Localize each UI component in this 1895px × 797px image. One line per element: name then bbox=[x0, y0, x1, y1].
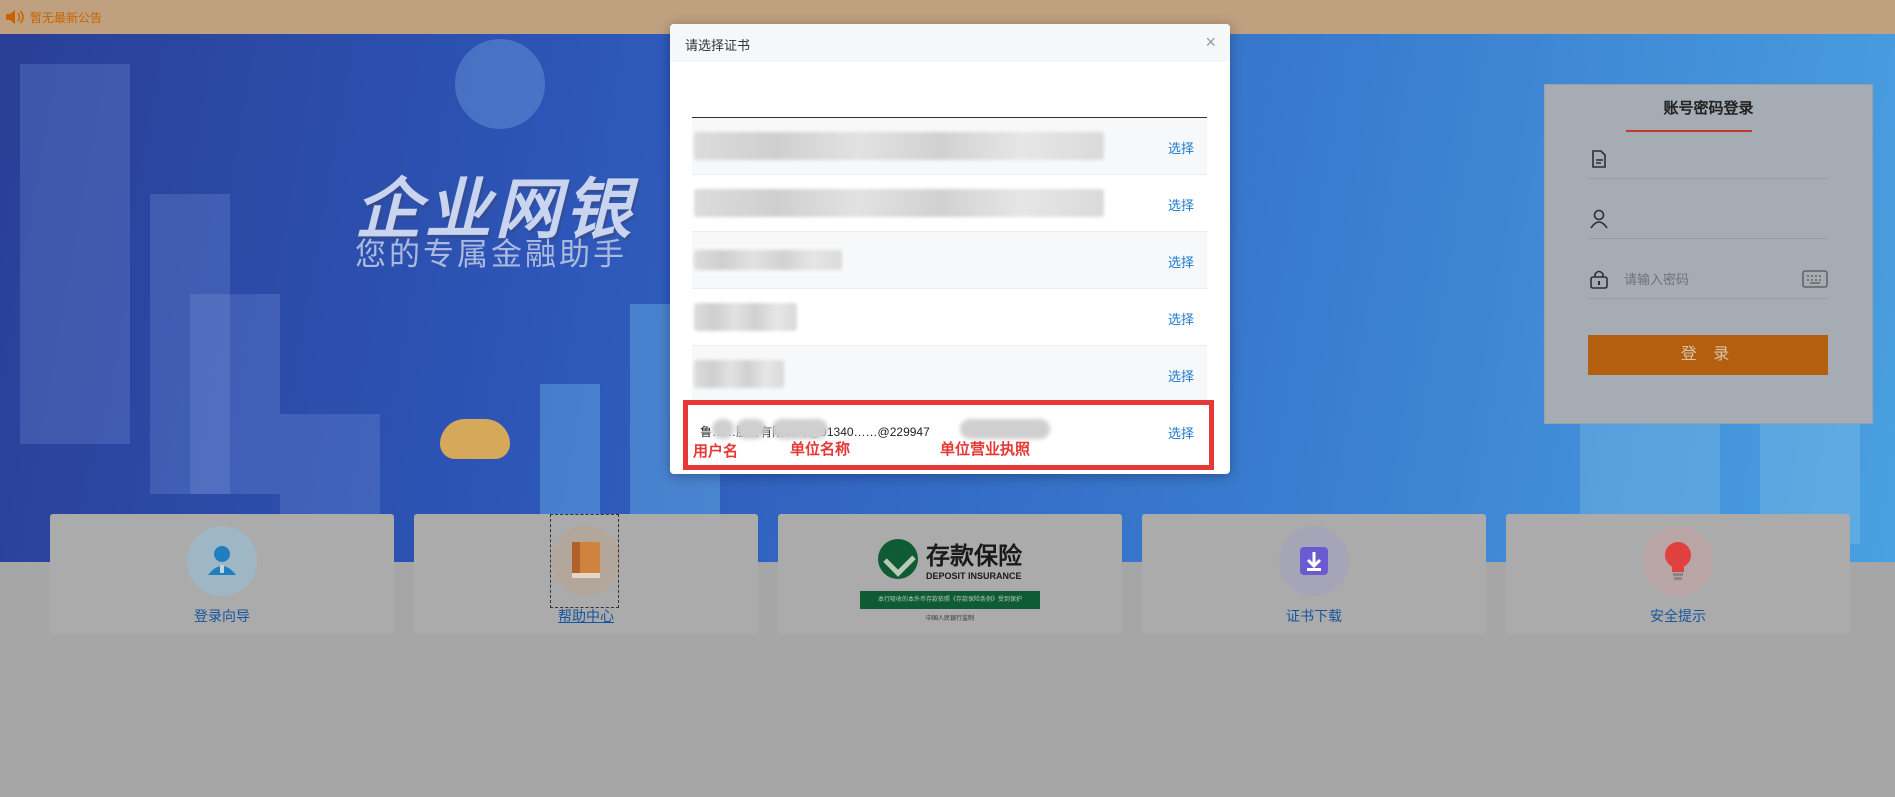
cert-download-card[interactable]: 证书下载 bbox=[1142, 514, 1486, 634]
close-icon[interactable]: × bbox=[1205, 32, 1216, 53]
login-panel: 账号密码登录 请输入密码 登 录 bbox=[1544, 84, 1873, 424]
certificate-row[interactable]: 选择 bbox=[692, 175, 1207, 232]
dialog-header: 请选择证书 × bbox=[670, 24, 1230, 62]
user-icon bbox=[1590, 209, 1608, 228]
deposit-insurance-banner: 本行吸收的本外币存款依照《存款保险条例》受到保护 bbox=[860, 591, 1040, 609]
deposit-insurance-logo: 存款保险 DEPOSIT INSURANCE bbox=[878, 536, 1022, 581]
lightbulb-icon bbox=[1643, 526, 1713, 596]
lock-icon bbox=[1590, 270, 1608, 289]
security-tips-label: 安全提示 bbox=[1650, 608, 1706, 624]
speaker-icon bbox=[6, 10, 24, 24]
redacted-text bbox=[694, 303, 797, 331]
login-title-underline bbox=[1626, 130, 1752, 132]
account-field[interactable] bbox=[1588, 139, 1828, 179]
login-title: 账号密码登录 bbox=[1663, 100, 1754, 117]
certificate-row[interactable]: 选择 bbox=[692, 232, 1207, 289]
login-guide-label: 登录向导 bbox=[194, 608, 250, 624]
login-guide-card[interactable]: 登录向导 bbox=[50, 514, 394, 634]
deposit-insurance-icon bbox=[878, 538, 918, 579]
annotation-username: 用户名 bbox=[693, 443, 739, 460]
certificate-row[interactable]: 选择 bbox=[692, 289, 1207, 346]
security-tips-card[interactable]: 安全提示 bbox=[1506, 514, 1850, 634]
select-link[interactable]: 选择 bbox=[1168, 366, 1194, 385]
dialog-title: 请选择证书 bbox=[685, 38, 751, 53]
cloud-decoration bbox=[440, 419, 510, 459]
redacted-text bbox=[694, 360, 784, 388]
redacted-text bbox=[694, 189, 1104, 217]
brand-subtitle: 您的专属金融助手 bbox=[355, 237, 627, 272]
deposit-insurance-footnote: 中国人民银行监制 bbox=[925, 616, 974, 622]
select-link[interactable]: 选择 bbox=[1168, 138, 1194, 157]
cert-download-label: 证书下载 bbox=[1286, 608, 1342, 624]
highlight-box bbox=[683, 400, 1214, 470]
certificate-row[interactable]: 选择 bbox=[692, 118, 1207, 175]
announcement-text: 暂无最新公告 bbox=[30, 10, 103, 25]
user-guide-icon bbox=[187, 526, 257, 596]
redacted-text bbox=[694, 250, 842, 270]
download-icon bbox=[1279, 526, 1349, 596]
select-link[interactable]: 选择 bbox=[1168, 252, 1194, 271]
password-placeholder: 请输入密码 bbox=[1624, 272, 1690, 287]
help-center-link[interactable]: 帮助中心 bbox=[558, 606, 614, 626]
password-field[interactable]: 请输入密码 bbox=[1588, 259, 1828, 299]
feature-cards: 登录向导 帮助中心 存款保险 DEPOSIT INSURANCE 本行吸收的本外… bbox=[50, 514, 1850, 634]
certificate-row[interactable]: 选择 bbox=[692, 346, 1207, 403]
select-link[interactable]: 选择 bbox=[1168, 309, 1194, 328]
username-field[interactable] bbox=[1588, 199, 1828, 239]
deposit-insurance-card[interactable]: 存款保险 DEPOSIT INSURANCE 本行吸收的本外币存款依照《存款保险… bbox=[778, 514, 1122, 634]
annotation-company: 单位名称 bbox=[790, 441, 851, 458]
annotation-license: 单位营业执照 bbox=[940, 441, 1031, 458]
login-button[interactable]: 登 录 bbox=[1588, 335, 1828, 375]
select-link[interactable]: 选择 bbox=[1168, 195, 1194, 214]
redacted-text bbox=[694, 132, 1104, 160]
document-icon bbox=[1592, 149, 1606, 168]
focus-outline bbox=[550, 514, 619, 608]
keyboard-icon[interactable] bbox=[1802, 269, 1828, 288]
